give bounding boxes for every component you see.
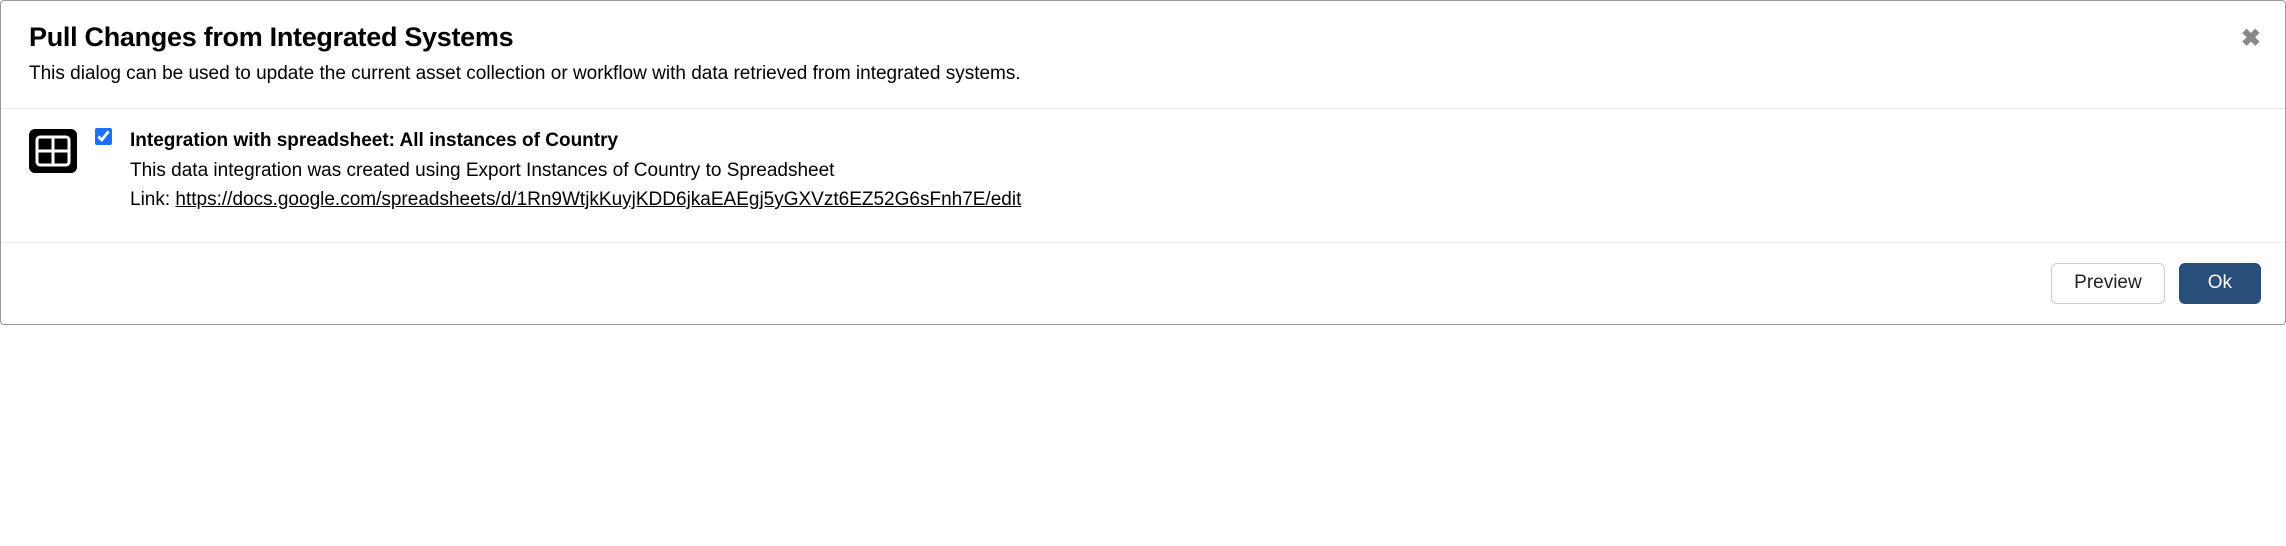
- pull-changes-dialog: Pull Changes from Integrated Systems Thi…: [0, 0, 2286, 325]
- ok-button[interactable]: Ok: [2179, 263, 2261, 304]
- integration-row: Integration with spreadsheet: All instan…: [29, 127, 2257, 215]
- spreadsheet-icon: [29, 129, 77, 173]
- integration-title: Integration with spreadsheet: All instan…: [130, 127, 2257, 156]
- close-icon[interactable]: ✖: [2241, 27, 2261, 51]
- integration-checkbox[interactable]: [95, 128, 112, 145]
- dialog-subtitle: This dialog can be used to update the cu…: [29, 61, 2257, 88]
- dialog-footer: Preview Ok: [1, 243, 2285, 324]
- integration-link[interactable]: https://docs.google.com/spreadsheets/d/1…: [175, 189, 1021, 210]
- dialog-title: Pull Changes from Integrated Systems: [29, 21, 2257, 53]
- integration-text: Integration with spreadsheet: All instan…: [130, 127, 2257, 215]
- integration-checkbox-wrap: [95, 127, 112, 150]
- dialog-header: Pull Changes from Integrated Systems Thi…: [1, 1, 2285, 109]
- integration-description: This data integration was created using …: [130, 157, 2257, 186]
- integration-link-label: Link:: [130, 189, 175, 210]
- dialog-body: Integration with spreadsheet: All instan…: [1, 109, 2285, 244]
- preview-button[interactable]: Preview: [2051, 263, 2165, 304]
- integration-link-row: Link: https://docs.google.com/spreadshee…: [130, 186, 2257, 215]
